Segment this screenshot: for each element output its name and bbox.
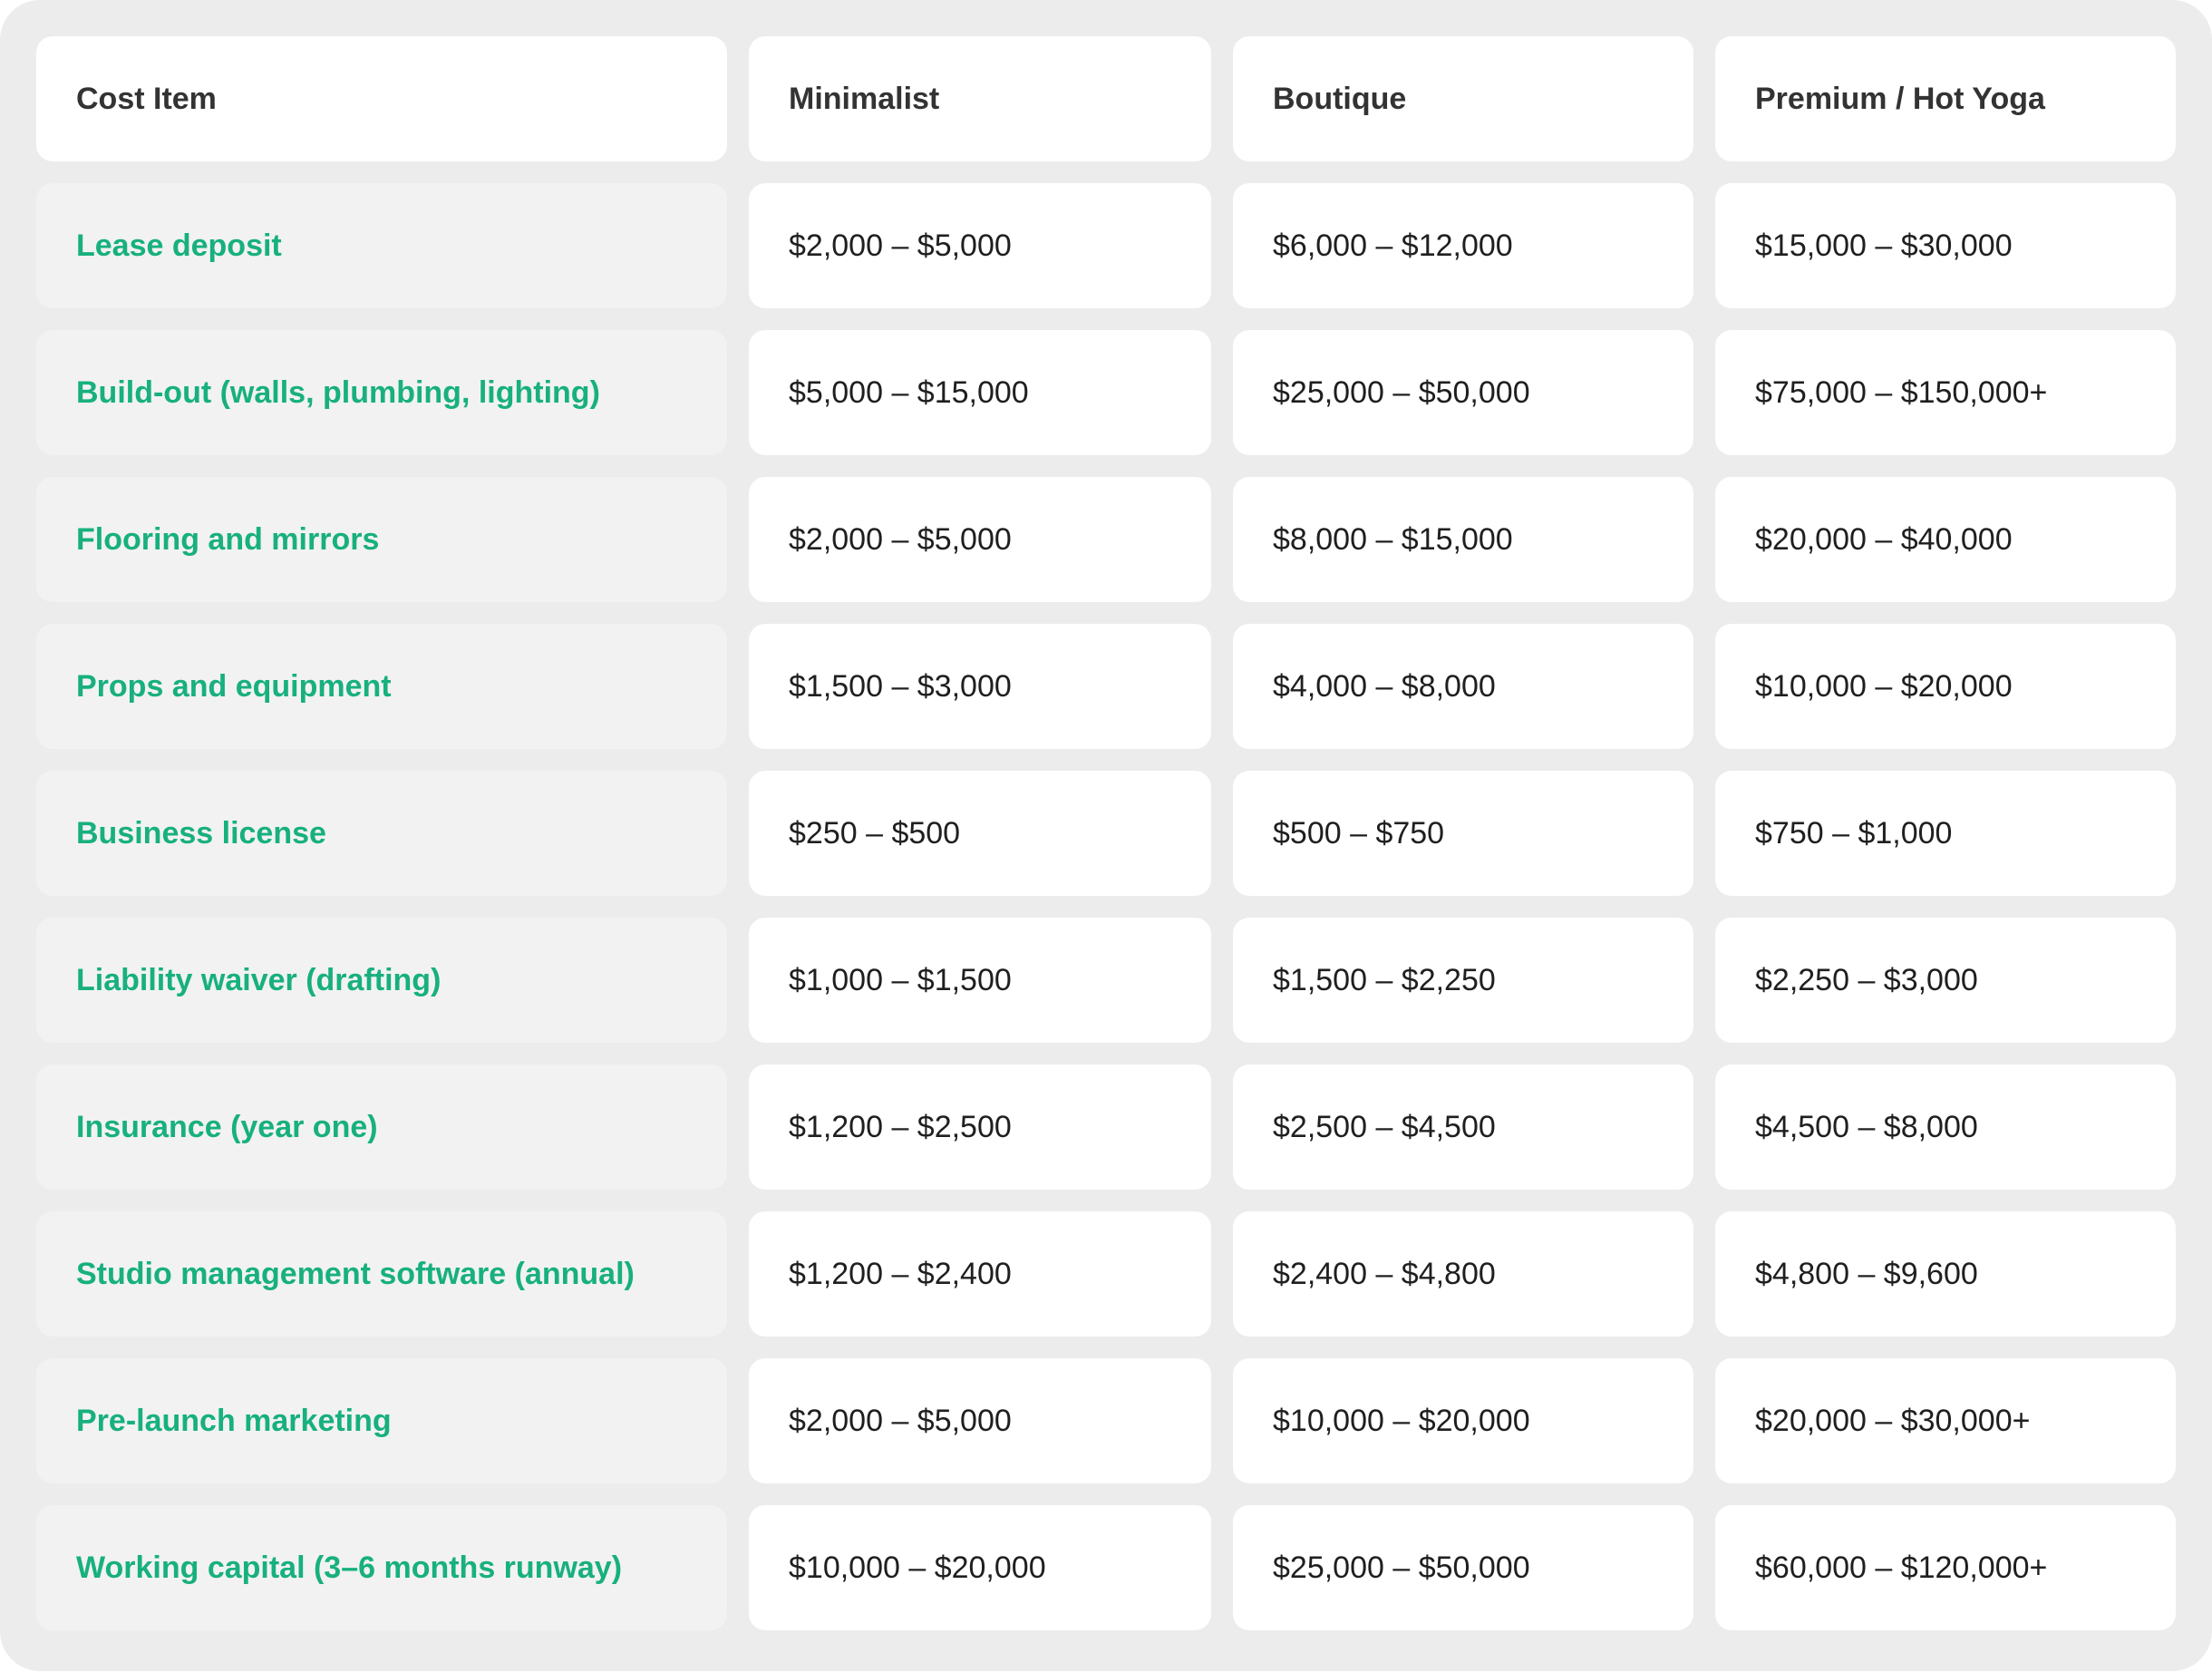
boutique-cost: $4,000 – $8,000 (1233, 624, 1693, 749)
header-minimalist: Minimalist (749, 36, 1211, 161)
header-premium-hot-yoga: Premium / Hot Yoga (1715, 36, 2176, 161)
boutique-cost: $6,000 – $12,000 (1233, 183, 1693, 308)
cost-item-label: Liability waiver (drafting) (36, 918, 727, 1043)
boutique-cost: $25,000 – $50,000 (1233, 330, 1693, 455)
boutique-cost: $1,500 – $2,250 (1233, 918, 1693, 1043)
header-boutique: Boutique (1233, 36, 1693, 161)
cost-item-label: Studio management software (annual) (36, 1211, 727, 1337)
minimalist-cost: $5,000 – $15,000 (749, 330, 1211, 455)
cost-table-panel: Cost Item Minimalist Boutique Premium / … (0, 0, 2212, 1671)
boutique-cost: $8,000 – $15,000 (1233, 477, 1693, 602)
minimalist-cost: $2,000 – $5,000 (749, 477, 1211, 602)
cost-item-label: Build-out (walls, plumbing, lighting) (36, 330, 727, 455)
premium-cost: $15,000 – $30,000 (1715, 183, 2176, 308)
minimalist-cost: $10,000 – $20,000 (749, 1505, 1211, 1630)
minimalist-cost: $1,200 – $2,500 (749, 1064, 1211, 1190)
cost-item-label: Props and equipment (36, 624, 727, 749)
cost-item-label: Business license (36, 771, 727, 896)
minimalist-cost: $2,000 – $5,000 (749, 183, 1211, 308)
minimalist-cost: $1,000 – $1,500 (749, 918, 1211, 1043)
cost-item-label: Flooring and mirrors (36, 477, 727, 602)
cost-table: Cost Item Minimalist Boutique Premium / … (36, 36, 2176, 1630)
premium-cost: $60,000 – $120,000+ (1715, 1505, 2176, 1630)
premium-cost: $4,800 – $9,600 (1715, 1211, 2176, 1337)
boutique-cost: $10,000 – $20,000 (1233, 1358, 1693, 1483)
premium-cost: $2,250 – $3,000 (1715, 918, 2176, 1043)
minimalist-cost: $250 – $500 (749, 771, 1211, 896)
minimalist-cost: $1,500 – $3,000 (749, 624, 1211, 749)
minimalist-cost: $1,200 – $2,400 (749, 1211, 1211, 1337)
header-cost-item: Cost Item (36, 36, 727, 161)
cost-item-label: Pre-launch marketing (36, 1358, 727, 1483)
boutique-cost: $500 – $750 (1233, 771, 1693, 896)
premium-cost: $75,000 – $150,000+ (1715, 330, 2176, 455)
premium-cost: $4,500 – $8,000 (1715, 1064, 2176, 1190)
boutique-cost: $2,400 – $4,800 (1233, 1211, 1693, 1337)
cost-item-label: Working capital (3–6 months runway) (36, 1505, 727, 1630)
boutique-cost: $25,000 – $50,000 (1233, 1505, 1693, 1630)
cost-item-label: Lease deposit (36, 183, 727, 308)
minimalist-cost: $2,000 – $5,000 (749, 1358, 1211, 1483)
premium-cost: $20,000 – $30,000+ (1715, 1358, 2176, 1483)
premium-cost: $750 – $1,000 (1715, 771, 2176, 896)
premium-cost: $10,000 – $20,000 (1715, 624, 2176, 749)
cost-item-label: Insurance (year one) (36, 1064, 727, 1190)
premium-cost: $20,000 – $40,000 (1715, 477, 2176, 602)
boutique-cost: $2,500 – $4,500 (1233, 1064, 1693, 1190)
